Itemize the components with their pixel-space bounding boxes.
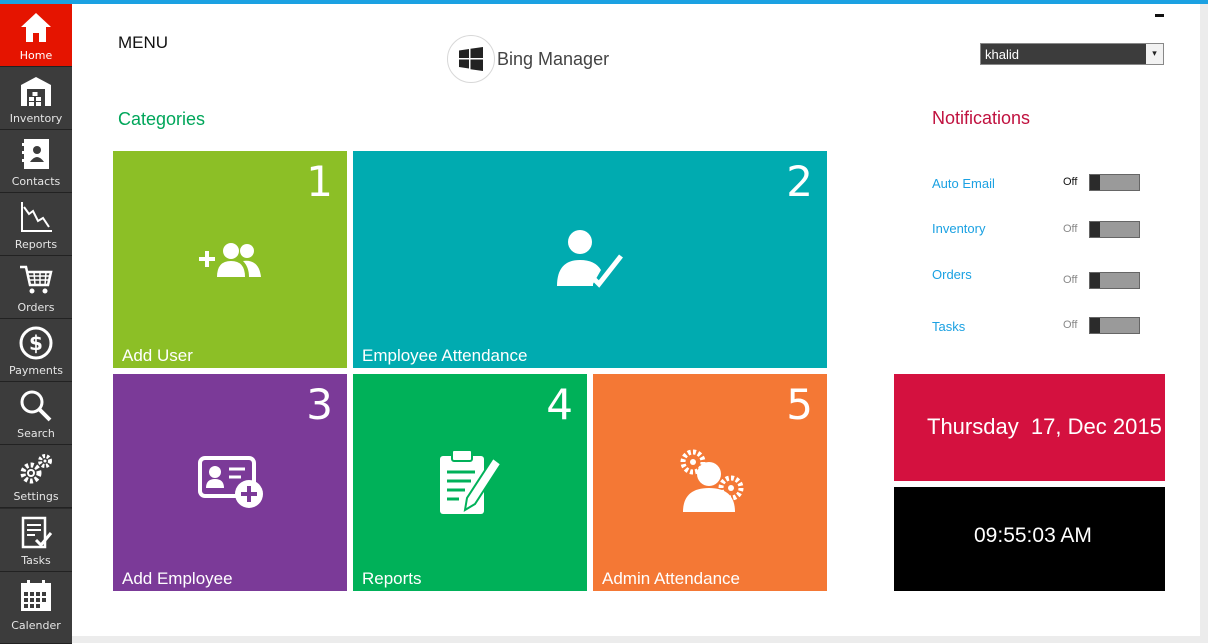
notif-state: Off — [1063, 274, 1078, 286]
app-logo — [447, 35, 495, 83]
user-select[interactable]: khalid ▾ — [980, 43, 1164, 65]
toggle-tasks[interactable] — [1089, 317, 1140, 334]
user-check-icon — [557, 230, 623, 288]
toggle-knob — [1090, 175, 1100, 190]
tile-label: Admin Attendance — [602, 569, 740, 588]
notifications-title: Notifications — [932, 108, 1031, 128]
tile-add-user[interactable]: 1 Add User — [113, 151, 347, 368]
sidebar-item-settings[interactable]: Settings — [0, 445, 72, 508]
home-icon — [21, 13, 51, 42]
window-bottom-edge — [72, 636, 1208, 643]
sidebar-item-label: Payments — [9, 364, 63, 377]
tile-reports[interactable]: 4 Reports — [353, 374, 587, 591]
sidebar-item-label: Calender — [11, 619, 61, 632]
sidebar-item-label: Orders — [17, 301, 55, 314]
date-text: Thursday 17, Dec 2015 — [927, 414, 1162, 439]
admin-gears-icon — [680, 449, 744, 512]
tile-employee-attendance[interactable]: 2 Employee Attendance — [353, 151, 827, 368]
sidebar-item-home[interactable]: Home — [0, 4, 72, 67]
menu-title: MENU — [118, 33, 169, 52]
clipboard-edit-icon — [440, 449, 503, 514]
tile-number: 1 — [306, 157, 333, 206]
tile-label: Add Employee — [122, 569, 233, 588]
tile-number: 5 — [786, 380, 813, 429]
tile-number: 2 — [786, 157, 813, 206]
notif-label-tasks: Tasks — [932, 319, 966, 334]
tile-admin-attendance[interactable]: 5 Admin Attendance — [593, 374, 827, 591]
calendar-icon — [21, 580, 51, 611]
cart-icon — [20, 265, 53, 294]
window-top-accent-bar — [0, 0, 1208, 4]
sidebar-item-label: Home — [19, 49, 53, 62]
add-user-icon — [199, 243, 261, 277]
sidebar-item-label: Settings — [13, 490, 59, 503]
notif-label-auto-email: Auto Email — [932, 176, 995, 191]
tile-number: 3 — [306, 380, 333, 429]
tasks-icon — [21, 516, 53, 549]
tile-add-employee[interactable]: 3 Add Employee — [113, 374, 347, 591]
notif-state: Off — [1063, 176, 1078, 188]
notif-state: Off — [1063, 223, 1078, 235]
sidebar-item-label: Contacts — [11, 175, 61, 188]
id-card-add-icon — [198, 456, 263, 508]
warehouse-icon — [21, 77, 51, 106]
sidebar-item-label: Reports — [14, 238, 58, 251]
toggle-knob — [1090, 318, 1100, 333]
sidebar-item-contacts[interactable]: Contacts — [0, 130, 72, 193]
minimize-button[interactable] — [1155, 14, 1164, 17]
tile-label: Reports — [362, 569, 422, 588]
tile-label: Add User — [122, 346, 193, 365]
time-panel: 09:55:03 AM — [894, 487, 1165, 591]
sidebar-item-label: Tasks — [21, 554, 51, 567]
notif-label-inventory: Inventory — [932, 221, 986, 236]
gear-icon — [20, 454, 52, 484]
toggle-auto-email[interactable] — [1089, 174, 1140, 191]
window-right-edge — [1200, 4, 1208, 643]
notif-state: Off — [1063, 319, 1078, 331]
app-title: Bing Manager — [497, 49, 610, 69]
windows-logo-icon — [459, 47, 483, 71]
contacts-icon — [22, 139, 49, 169]
sidebar-item-payments[interactable]: $ Payments — [0, 319, 72, 382]
notif-label-orders: Orders — [932, 267, 972, 282]
sidebar-item-inventory[interactable]: Inventory — [0, 67, 72, 130]
toggle-inventory[interactable] — [1089, 221, 1140, 238]
svg-text:$: $ — [29, 331, 43, 355]
sidebar-item-orders[interactable]: Orders — [0, 256, 72, 319]
time-text: 09:55:03 AM — [974, 524, 1092, 547]
dollar-icon: $ — [19, 326, 53, 360]
sidebar: Home Inventory Contacts Reports Orders $… — [0, 4, 72, 644]
sidebar-item-label: Search — [17, 427, 55, 440]
date-panel: Thursday 17, Dec 2015 — [894, 374, 1165, 481]
toggle-knob — [1090, 273, 1100, 288]
tile-number: 4 — [546, 380, 573, 429]
chart-icon — [21, 202, 52, 232]
tile-label: Employee Attendance — [362, 346, 528, 365]
sidebar-item-tasks[interactable]: Tasks — [0, 509, 72, 572]
user-select-value: khalid — [985, 47, 1019, 62]
chevron-down-icon[interactable]: ▾ — [1146, 44, 1163, 64]
search-icon — [20, 390, 52, 422]
sidebar-item-search[interactable]: Search — [0, 382, 72, 445]
toggle-knob — [1090, 222, 1100, 237]
sidebar-item-label: Inventory — [9, 112, 63, 125]
sidebar-item-calender[interactable]: Calender — [0, 572, 72, 644]
categories-title: Categories — [118, 109, 206, 129]
toggle-orders[interactable] — [1089, 272, 1140, 289]
sidebar-item-reports[interactable]: Reports — [0, 193, 72, 256]
